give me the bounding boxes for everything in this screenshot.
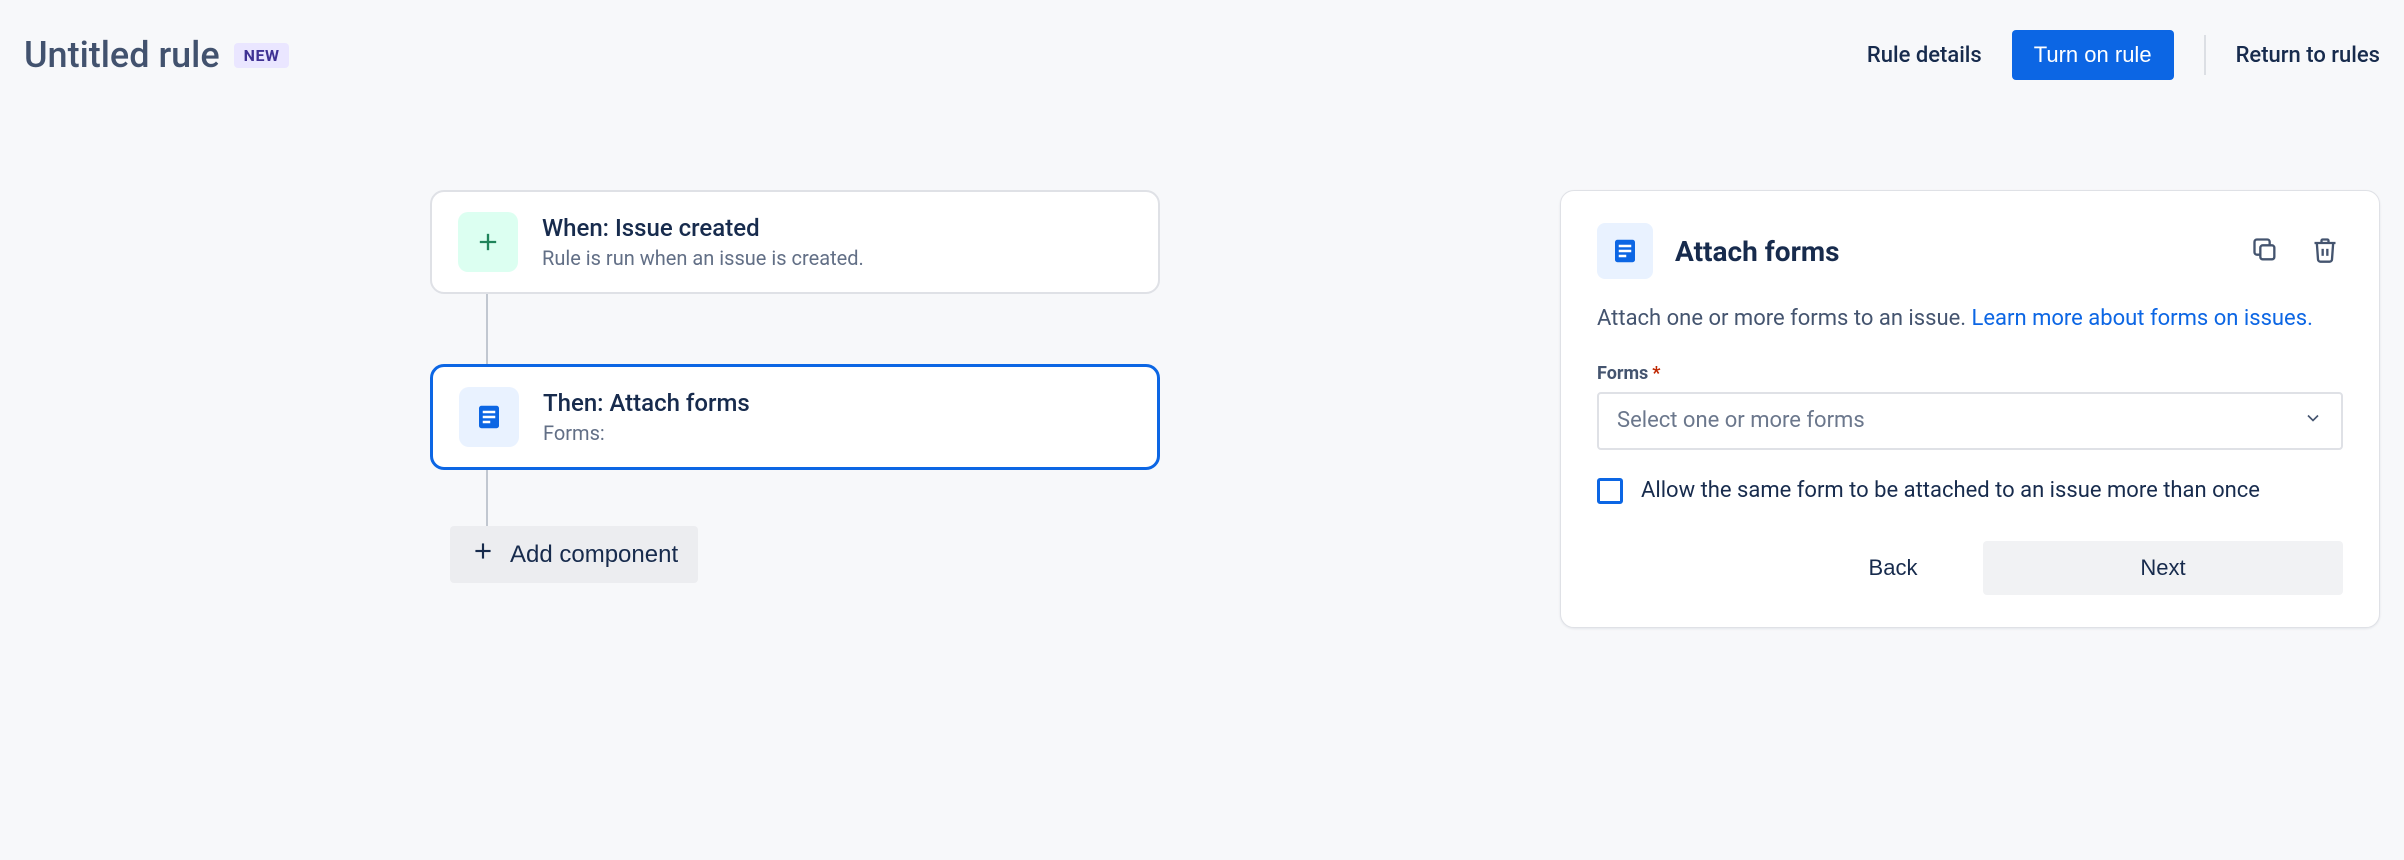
- panel-description: Attach one or more forms to an issue. Le…: [1597, 303, 2343, 335]
- forms-label: Forms *: [1597, 363, 2343, 384]
- allow-duplicate-checkbox[interactable]: [1597, 478, 1623, 504]
- header-right: Rule details Turn on rule Return to rule…: [1867, 30, 2380, 80]
- flow-column: When: Issue created Rule is run when an …: [430, 190, 1190, 628]
- trigger-subtitle: Rule is run when an issue is created.: [542, 246, 864, 270]
- connector-line: [486, 470, 488, 526]
- panel-actions: [2247, 232, 2343, 271]
- plus-icon: [458, 212, 518, 272]
- form-icon: [1597, 223, 1653, 279]
- back-button[interactable]: Back: [1803, 541, 1983, 595]
- chevron-down-icon: [2303, 408, 2323, 434]
- form-icon: [459, 387, 519, 447]
- panel-header-left: Attach forms: [1597, 223, 1839, 279]
- allow-duplicate-label: Allow the same form to be attached to an…: [1641, 476, 2260, 507]
- trigger-text: When: Issue created Rule is run when an …: [542, 214, 864, 270]
- add-component-label: Add component: [510, 541, 678, 569]
- trigger-title: When: Issue created: [542, 214, 864, 242]
- forms-label-text: Forms: [1597, 363, 1648, 384]
- config-panel: Attach forms Attach one or more forms to…: [1560, 190, 2380, 628]
- divider: [2204, 35, 2206, 75]
- delete-button[interactable]: [2307, 232, 2343, 271]
- header-left: Untitled rule NEW: [24, 34, 289, 76]
- panel-title: Attach forms: [1675, 235, 1839, 268]
- duplicate-button[interactable]: [2247, 232, 2283, 271]
- allow-duplicate-row: Allow the same form to be attached to an…: [1597, 476, 2343, 507]
- connector-line: [486, 294, 488, 364]
- add-component-button[interactable]: Add component: [450, 526, 698, 583]
- required-indicator: *: [1652, 363, 1660, 384]
- panel-footer: Back Next: [1597, 541, 2343, 595]
- action-subtitle: Forms:: [543, 421, 750, 445]
- action-text: Then: Attach forms Forms:: [543, 389, 750, 445]
- forms-select-placeholder: Select one or more forms: [1617, 408, 1865, 433]
- trigger-card[interactable]: When: Issue created Rule is run when an …: [430, 190, 1160, 294]
- rule-details-link[interactable]: Rule details: [1867, 43, 1982, 68]
- panel-header: Attach forms: [1597, 223, 2343, 279]
- plus-icon: [470, 538, 496, 571]
- next-button[interactable]: Next: [1983, 541, 2343, 595]
- return-to-rules-link[interactable]: Return to rules: [2236, 43, 2380, 68]
- learn-more-link[interactable]: Learn more about forms on issues.: [1972, 306, 2313, 331]
- panel-description-text: Attach one or more forms to an issue.: [1597, 306, 1972, 331]
- action-card[interactable]: Then: Attach forms Forms:: [430, 364, 1160, 470]
- action-title: Then: Attach forms: [543, 389, 750, 417]
- page-title: Untitled rule: [24, 34, 220, 76]
- header-bar: Untitled rule NEW Rule details Turn on r…: [0, 0, 2404, 100]
- turn-on-rule-button[interactable]: Turn on rule: [2012, 30, 2174, 80]
- new-badge: NEW: [234, 43, 290, 68]
- forms-select[interactable]: Select one or more forms: [1597, 392, 2343, 450]
- main-content: When: Issue created Rule is run when an …: [0, 100, 2404, 628]
